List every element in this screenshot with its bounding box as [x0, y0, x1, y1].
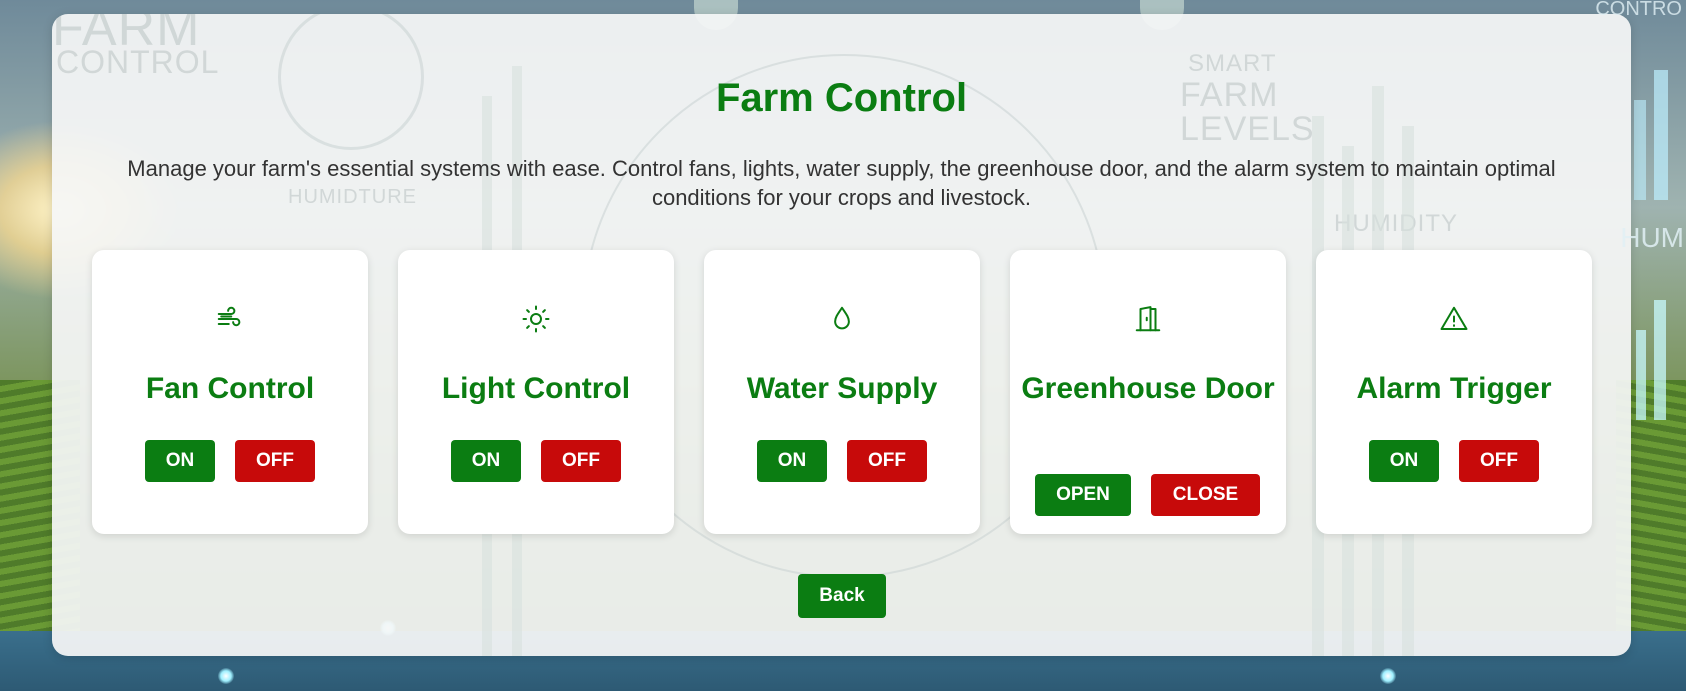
deco-hum-right-text: HUM	[1620, 222, 1684, 253]
card-title: Light Control	[441, 372, 631, 405]
light-on-button[interactable]: ON	[451, 440, 521, 482]
hologram-bar	[1634, 100, 1646, 200]
card-fan-control: Fan Control ON OFF	[92, 250, 368, 534]
warning-icon	[1440, 306, 1468, 330]
water-on-button[interactable]: ON	[757, 440, 827, 482]
card-title: Alarm Trigger	[1356, 372, 1552, 405]
back-button[interactable]: Back	[798, 574, 886, 618]
alarm-on-button[interactable]: ON	[1369, 440, 1439, 482]
fan-off-button[interactable]: OFF	[235, 440, 315, 482]
hologram-bar	[1654, 300, 1666, 420]
control-cards: Fan Control ON OFF Light Control ON OFF …	[92, 250, 1592, 534]
card-title: Water Supply	[746, 372, 938, 405]
deco-control-right-text: CONTRO	[1595, 0, 1682, 20]
water-off-button[interactable]: OFF	[847, 440, 927, 482]
light-off-button[interactable]: OFF	[541, 440, 621, 482]
card-title: Greenhouse Door	[1021, 372, 1275, 405]
farm-control-panel: FARM CONTROL HUMIDTURE SMART FARM LEVELS…	[52, 14, 1631, 656]
light-dot	[1380, 668, 1396, 684]
deco-smart-text: SMART	[1188, 50, 1277, 77]
fan-on-button[interactable]: ON	[145, 440, 215, 482]
page-title: Farm Control	[715, 76, 968, 120]
sun-icon	[522, 305, 550, 333]
light-dot	[218, 668, 234, 684]
card-alarm-trigger: Alarm Trigger ON OFF	[1316, 250, 1592, 534]
hologram-bar	[1636, 330, 1646, 420]
card-water-supply: Water Supply ON OFF	[704, 250, 980, 534]
alarm-off-button[interactable]: OFF	[1459, 440, 1539, 482]
card-greenhouse-door: Greenhouse Door OPEN CLOSE	[1010, 250, 1286, 534]
page-description: Manage your farm's essential systems wit…	[127, 156, 1556, 210]
card-title: Fan Control	[145, 372, 315, 405]
door-close-button[interactable]: CLOSE	[1151, 474, 1260, 516]
hologram-bar	[1654, 70, 1668, 200]
door-icon	[1135, 306, 1161, 332]
fan-wind-icon	[217, 306, 241, 327]
door-open-button[interactable]: OPEN	[1035, 474, 1131, 516]
water-drop-icon	[834, 306, 850, 330]
card-light-control: Light Control ON OFF	[398, 250, 674, 534]
